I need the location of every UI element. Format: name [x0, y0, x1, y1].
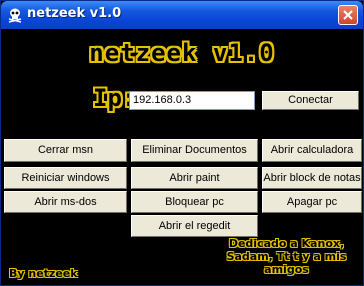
- connect-button[interactable]: Conectar: [262, 91, 359, 110]
- close-icon: [343, 10, 353, 20]
- author-credit: By netzeek: [9, 267, 78, 280]
- abrir-paint-button[interactable]: Abrir paint: [131, 167, 258, 189]
- close-button[interactable]: [338, 5, 358, 25]
- reiniciar-windows-button[interactable]: Reiniciar windows: [4, 167, 127, 189]
- apagar-pc-button[interactable]: Apagar pc: [262, 191, 362, 213]
- app-window: netzeek v1.0 netzeek v1.0 Ip: 192.168.0.…: [0, 0, 364, 286]
- eliminar-documentos-button[interactable]: Eliminar Documentos: [131, 139, 258, 162]
- cerrar-msn-button[interactable]: Cerrar msn: [4, 139, 127, 162]
- abrir-regedit-button[interactable]: Abrir el regedit: [131, 215, 258, 237]
- dedication-text: Dedicado a Kanox, Sadam, Tt t y a mis am…: [226, 237, 347, 276]
- app-logo: netzeek v1.0: [89, 39, 275, 67]
- abrir-block-notas-button[interactable]: Abrir block de notas: [262, 167, 362, 189]
- abrir-calculadora-button[interactable]: Abrir calculadora: [262, 139, 362, 162]
- skull-icon: [7, 7, 23, 23]
- bloquear-pc-button[interactable]: Bloquear pc: [131, 191, 258, 213]
- window-title: netzeek v1.0: [27, 6, 122, 21]
- title-bar[interactable]: netzeek v1.0: [1, 1, 363, 29]
- ip-input[interactable]: 192.168.0.3: [129, 91, 255, 110]
- abrir-msdos-button[interactable]: Abrir ms-dos: [4, 191, 127, 213]
